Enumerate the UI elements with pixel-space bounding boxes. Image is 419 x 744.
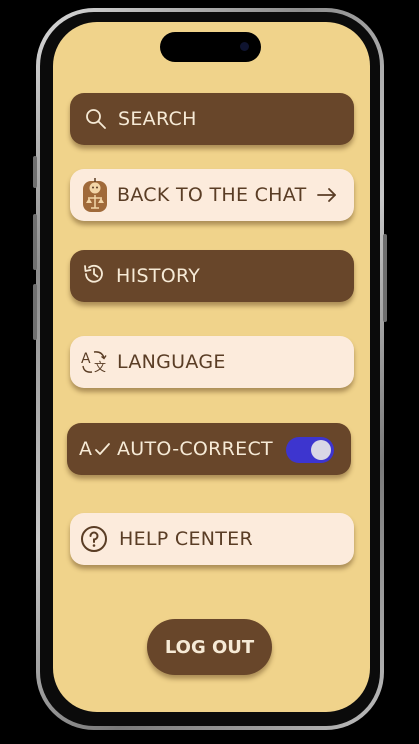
side-button-power [383, 234, 387, 322]
svg-text:A: A [81, 351, 91, 367]
auto-correct-label: AUTO-CORRECT [117, 438, 273, 460]
spellcheck-icon: A [79, 435, 111, 463]
search-button[interactable]: SEARCH [70, 93, 354, 145]
history-button[interactable]: HISTORY [70, 250, 354, 302]
svg-text:文: 文 [94, 359, 106, 374]
side-button-volume-down [33, 284, 37, 340]
camera-lens [240, 42, 249, 51]
side-button-silent [33, 156, 37, 188]
back-to-chat-button[interactable]: BACK TO THE CHAT [70, 169, 354, 221]
language-label: LANGUAGE [117, 351, 226, 373]
robot-judge-icon [82, 177, 108, 213]
question-circle-icon [80, 525, 108, 553]
help-center-button[interactable]: HELP CENTER [70, 513, 354, 565]
translate-icon: A 文 [80, 348, 110, 376]
history-icon [80, 260, 108, 288]
svg-text:A: A [79, 438, 92, 460]
help-center-label: HELP CENTER [119, 528, 253, 550]
app-screen: SEARCH BACK TO THE CHAT HISTORY A 文 LANG… [53, 22, 370, 712]
search-icon [82, 105, 110, 133]
search-label: SEARCH [118, 108, 197, 130]
auto-correct-toggle[interactable] [286, 437, 334, 463]
dynamic-island [160, 32, 261, 62]
language-button[interactable]: A 文 LANGUAGE [70, 336, 354, 388]
back-to-chat-label: BACK TO THE CHAT [117, 184, 307, 206]
arrow-right-icon [316, 181, 338, 209]
auto-correct-row: A AUTO-CORRECT [67, 423, 351, 475]
history-label: HISTORY [116, 265, 201, 287]
side-button-volume-up [33, 214, 37, 270]
logout-button[interactable]: LOG OUT [147, 619, 272, 675]
toggle-knob [311, 440, 331, 460]
